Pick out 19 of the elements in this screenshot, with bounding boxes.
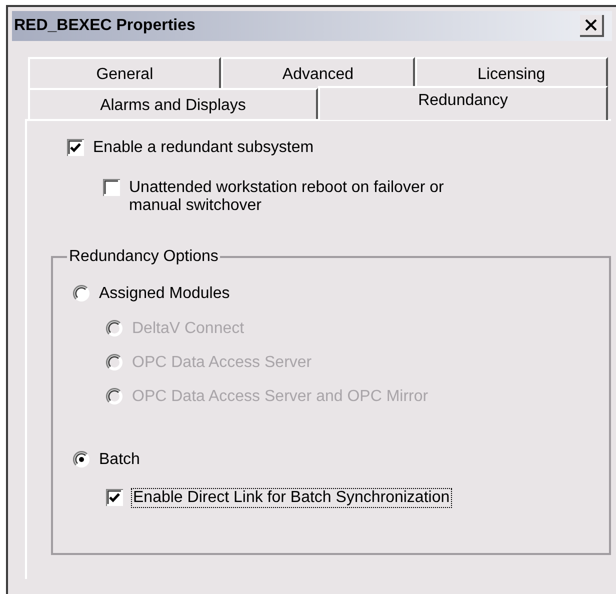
- tab[interactable]: Alarms and Displays: [28, 88, 318, 119]
- option-label[interactable]: Enable Direct Link for Batch Synchronization: [132, 489, 451, 507]
- checkbox[interactable]: [103, 179, 120, 196]
- tab[interactable]: Advanced: [221, 57, 415, 88]
- checkbox[interactable]: [106, 489, 123, 506]
- tab[interactable]: General: [28, 57, 222, 88]
- window-title: RED_BEXEC Properties: [13, 16, 196, 36]
- tab[interactable]: Licensing: [414, 57, 608, 88]
- radio-button[interactable]: [73, 285, 90, 302]
- close-button[interactable]: [580, 15, 604, 37]
- close-icon: [585, 19, 597, 31]
- option-label[interactable]: Assigned Modules: [99, 285, 230, 303]
- option-label[interactable]: Batch: [99, 451, 140, 469]
- tab[interactable]: Redundancy: [318, 86, 608, 120]
- checkbox[interactable]: [67, 139, 84, 156]
- radio-button[interactable]: [73, 451, 90, 468]
- group-title: Redundancy Options: [68, 247, 220, 267]
- option-label[interactable]: Unattended workstation reboot on failover or manual switchover: [129, 179, 483, 215]
- option-label[interactable]: Enable a redundant subsystem: [93, 139, 314, 157]
